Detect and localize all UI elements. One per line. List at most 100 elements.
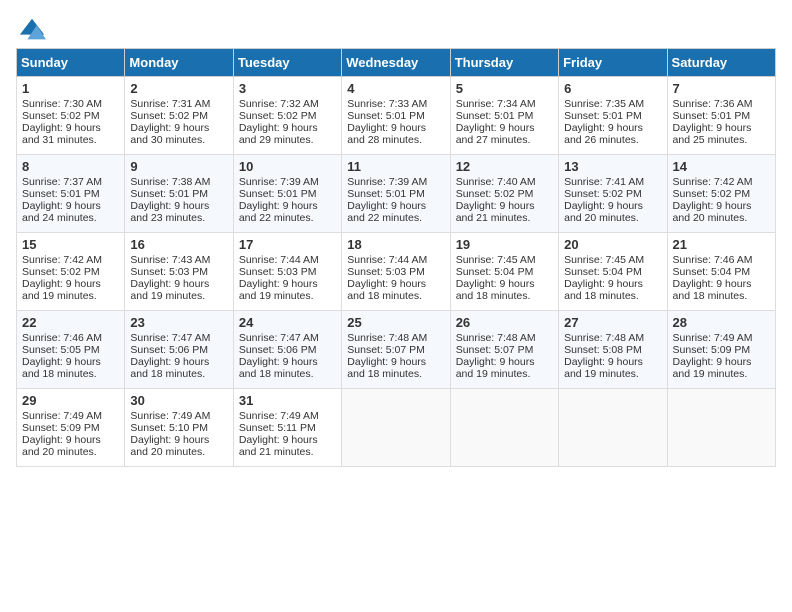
calendar-cell: 12 Sunrise: 7:40 AM Sunset: 5:02 PM Dayl…: [450, 155, 558, 233]
calendar-cell: 4 Sunrise: 7:33 AM Sunset: 5:01 PM Dayli…: [342, 77, 450, 155]
calendar-cell: 9 Sunrise: 7:38 AM Sunset: 5:01 PM Dayli…: [125, 155, 233, 233]
sunset-text: Sunset: 5:05 PM: [22, 344, 100, 356]
sunset-text: Sunset: 5:02 PM: [22, 110, 100, 122]
sunrise-text: Sunrise: 7:44 AM: [347, 254, 427, 266]
calendar-cell: 24 Sunrise: 7:47 AM Sunset: 5:06 PM Dayl…: [233, 311, 341, 389]
sunset-text: Sunset: 5:02 PM: [456, 188, 534, 200]
sunrise-text: Sunrise: 7:39 AM: [347, 176, 427, 188]
day-number: 19: [456, 237, 553, 252]
calendar-cell: 31 Sunrise: 7:49 AM Sunset: 5:11 PM Dayl…: [233, 389, 341, 467]
sunset-text: Sunset: 5:02 PM: [239, 110, 317, 122]
calendar-week-row: 8 Sunrise: 7:37 AM Sunset: 5:01 PM Dayli…: [17, 155, 776, 233]
daylight-text: Daylight: 9 hours and 29 minutes.: [239, 122, 318, 146]
daylight-text: Daylight: 9 hours and 31 minutes.: [22, 122, 101, 146]
day-number: 3: [239, 81, 336, 96]
day-number: 23: [130, 315, 227, 330]
day-number: 12: [456, 159, 553, 174]
sunrise-text: Sunrise: 7:41 AM: [564, 176, 644, 188]
daylight-text: Daylight: 9 hours and 26 minutes.: [564, 122, 643, 146]
calendar-week-row: 1 Sunrise: 7:30 AM Sunset: 5:02 PM Dayli…: [17, 77, 776, 155]
day-number: 13: [564, 159, 661, 174]
day-number: 29: [22, 393, 119, 408]
daylight-text: Daylight: 9 hours and 19 minutes.: [456, 356, 535, 380]
sunrise-text: Sunrise: 7:47 AM: [239, 332, 319, 344]
sunset-text: Sunset: 5:01 PM: [130, 188, 208, 200]
calendar-cell: 30 Sunrise: 7:49 AM Sunset: 5:10 PM Dayl…: [125, 389, 233, 467]
calendar-cell: [450, 389, 558, 467]
daylight-text: Daylight: 9 hours and 22 minutes.: [347, 200, 426, 224]
calendar-week-row: 29 Sunrise: 7:49 AM Sunset: 5:09 PM Dayl…: [17, 389, 776, 467]
daylight-text: Daylight: 9 hours and 19 minutes.: [564, 356, 643, 380]
sunset-text: Sunset: 5:01 PM: [22, 188, 100, 200]
daylight-text: Daylight: 9 hours and 18 minutes.: [239, 356, 318, 380]
sunset-text: Sunset: 5:07 PM: [456, 344, 534, 356]
day-number: 16: [130, 237, 227, 252]
daylight-text: Daylight: 9 hours and 21 minutes.: [239, 434, 318, 458]
sunset-text: Sunset: 5:04 PM: [456, 266, 534, 278]
day-header-friday: Friday: [559, 49, 667, 77]
calendar-cell: [559, 389, 667, 467]
calendar-cell: 5 Sunrise: 7:34 AM Sunset: 5:01 PM Dayli…: [450, 77, 558, 155]
calendar-cell: 13 Sunrise: 7:41 AM Sunset: 5:02 PM Dayl…: [559, 155, 667, 233]
calendar-cell: 25 Sunrise: 7:48 AM Sunset: 5:07 PM Dayl…: [342, 311, 450, 389]
daylight-text: Daylight: 9 hours and 18 minutes.: [130, 356, 209, 380]
day-number: 17: [239, 237, 336, 252]
sunrise-text: Sunrise: 7:39 AM: [239, 176, 319, 188]
sunset-text: Sunset: 5:06 PM: [130, 344, 208, 356]
day-number: 15: [22, 237, 119, 252]
daylight-text: Daylight: 9 hours and 25 minutes.: [673, 122, 752, 146]
calendar-cell: 20 Sunrise: 7:45 AM Sunset: 5:04 PM Dayl…: [559, 233, 667, 311]
daylight-text: Daylight: 9 hours and 24 minutes.: [22, 200, 101, 224]
daylight-text: Daylight: 9 hours and 20 minutes.: [673, 200, 752, 224]
daylight-text: Daylight: 9 hours and 18 minutes.: [347, 356, 426, 380]
sunrise-text: Sunrise: 7:49 AM: [130, 410, 210, 422]
sunrise-text: Sunrise: 7:49 AM: [239, 410, 319, 422]
day-number: 5: [456, 81, 553, 96]
sunset-text: Sunset: 5:01 PM: [347, 188, 425, 200]
calendar-cell: 26 Sunrise: 7:48 AM Sunset: 5:07 PM Dayl…: [450, 311, 558, 389]
daylight-text: Daylight: 9 hours and 18 minutes.: [456, 278, 535, 302]
sunset-text: Sunset: 5:08 PM: [564, 344, 642, 356]
day-number: 25: [347, 315, 444, 330]
calendar-cell: 29 Sunrise: 7:49 AM Sunset: 5:09 PM Dayl…: [17, 389, 125, 467]
calendar-cell: 15 Sunrise: 7:42 AM Sunset: 5:02 PM Dayl…: [17, 233, 125, 311]
sunrise-text: Sunrise: 7:47 AM: [130, 332, 210, 344]
day-number: 7: [673, 81, 770, 96]
sunset-text: Sunset: 5:03 PM: [239, 266, 317, 278]
sunset-text: Sunset: 5:09 PM: [22, 422, 100, 434]
sunrise-text: Sunrise: 7:38 AM: [130, 176, 210, 188]
sunset-text: Sunset: 5:09 PM: [673, 344, 751, 356]
daylight-text: Daylight: 9 hours and 19 minutes.: [673, 356, 752, 380]
sunset-text: Sunset: 5:02 PM: [130, 110, 208, 122]
calendar-cell: 11 Sunrise: 7:39 AM Sunset: 5:01 PM Dayl…: [342, 155, 450, 233]
day-number: 28: [673, 315, 770, 330]
day-number: 2: [130, 81, 227, 96]
daylight-text: Daylight: 9 hours and 23 minutes.: [130, 200, 209, 224]
sunset-text: Sunset: 5:07 PM: [347, 344, 425, 356]
day-number: 26: [456, 315, 553, 330]
day-number: 8: [22, 159, 119, 174]
sunrise-text: Sunrise: 7:48 AM: [564, 332, 644, 344]
daylight-text: Daylight: 9 hours and 18 minutes.: [347, 278, 426, 302]
sunset-text: Sunset: 5:01 PM: [239, 188, 317, 200]
calendar-table: SundayMondayTuesdayWednesdayThursdayFrid…: [16, 48, 776, 467]
sunrise-text: Sunrise: 7:44 AM: [239, 254, 319, 266]
sunrise-text: Sunrise: 7:49 AM: [673, 332, 753, 344]
calendar-cell: 3 Sunrise: 7:32 AM Sunset: 5:02 PM Dayli…: [233, 77, 341, 155]
calendar-week-row: 22 Sunrise: 7:46 AM Sunset: 5:05 PM Dayl…: [17, 311, 776, 389]
sunrise-text: Sunrise: 7:46 AM: [673, 254, 753, 266]
daylight-text: Daylight: 9 hours and 20 minutes.: [22, 434, 101, 458]
calendar-cell: 28 Sunrise: 7:49 AM Sunset: 5:09 PM Dayl…: [667, 311, 775, 389]
sunset-text: Sunset: 5:01 PM: [673, 110, 751, 122]
day-header-sunday: Sunday: [17, 49, 125, 77]
daylight-text: Daylight: 9 hours and 28 minutes.: [347, 122, 426, 146]
calendar-cell: 8 Sunrise: 7:37 AM Sunset: 5:01 PM Dayli…: [17, 155, 125, 233]
sunset-text: Sunset: 5:01 PM: [456, 110, 534, 122]
day-header-saturday: Saturday: [667, 49, 775, 77]
sunset-text: Sunset: 5:10 PM: [130, 422, 208, 434]
sunrise-text: Sunrise: 7:42 AM: [22, 254, 102, 266]
day-number: 20: [564, 237, 661, 252]
sunset-text: Sunset: 5:01 PM: [564, 110, 642, 122]
calendar-cell: 17 Sunrise: 7:44 AM Sunset: 5:03 PM Dayl…: [233, 233, 341, 311]
calendar-cell: 22 Sunrise: 7:46 AM Sunset: 5:05 PM Dayl…: [17, 311, 125, 389]
